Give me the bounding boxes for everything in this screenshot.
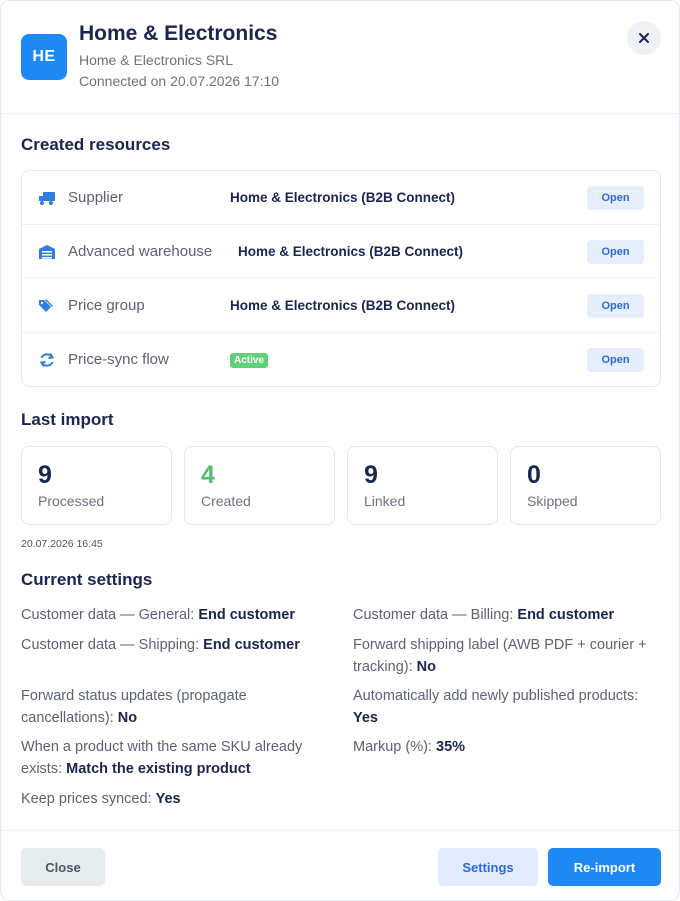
- stat-processed: 9 Processed: [21, 446, 172, 525]
- setting-value: Yes: [353, 710, 378, 726]
- stat-skipped: 0 Skipped: [510, 446, 661, 525]
- resource-value: Home & Electronics (B2B Connect): [230, 298, 456, 313]
- resource-label: Supplier: [68, 189, 124, 206]
- open-price-sync-button[interactable]: Open: [587, 348, 644, 372]
- modal-header: HE Home & Electronics Home & Electronics…: [1, 1, 680, 114]
- resource-row-price-group: Price group Home & Electronics (B2B Conn…: [22, 279, 660, 333]
- open-supplier-button[interactable]: Open: [587, 186, 644, 210]
- setting-auto-add-products: Automatically add newly published produc…: [353, 688, 639, 726]
- integration-avatar: HE: [21, 34, 67, 80]
- created-resources-heading: Created resources: [21, 135, 171, 154]
- setting-value: No: [416, 659, 437, 675]
- integration-title: Home & Electronics: [79, 22, 278, 45]
- stat-value: 4: [201, 461, 215, 489]
- connected-date: Connected on 20.07.2026 17:10: [79, 73, 280, 89]
- resource-label: Advanced warehouse: [68, 243, 213, 260]
- resource-row-warehouse: Advanced warehouse Home & Electronics (B…: [22, 225, 660, 279]
- setting-value: No: [117, 710, 138, 726]
- setting-same-sku: When a product with the same SKU already…: [21, 739, 303, 777]
- close-modal-button[interactable]: [627, 21, 661, 55]
- close-button[interactable]: Close: [21, 848, 105, 886]
- close-icon: [639, 33, 649, 43]
- modal-footer: Close Settings Re-import: [1, 830, 679, 901]
- resource-row-price-sync: Price-sync flow Active Open: [22, 333, 660, 386]
- stat-value: 9: [364, 461, 378, 489]
- import-timestamp: 20.07.2026 16:45: [21, 538, 103, 550]
- setting-value: End customer: [517, 607, 615, 623]
- stat-label: Linked: [364, 493, 406, 509]
- setting-customer-billing: Customer data — Billing: End customer: [353, 607, 615, 623]
- resource-label: Price group: [68, 297, 145, 314]
- resource-value: Home & Electronics (B2B Connect): [238, 244, 464, 259]
- open-price-group-button[interactable]: Open: [587, 294, 644, 318]
- setting-value: 35%: [436, 739, 466, 755]
- setting-markup: Markup (%): 35%: [353, 739, 466, 755]
- stat-label: Skipped: [527, 493, 578, 509]
- stat-value: 0: [527, 461, 541, 489]
- resource-value: Home & Electronics (B2B Connect): [230, 190, 456, 205]
- settings-button[interactable]: Settings: [438, 848, 538, 886]
- resources-list: Supplier Home & Electronics (B2B Connect…: [21, 170, 661, 387]
- stat-label: Created: [201, 493, 251, 509]
- stat-value: 9: [38, 461, 52, 489]
- stat-linked: 9 Linked: [347, 446, 498, 525]
- stat-label: Processed: [38, 493, 105, 509]
- setting-customer-general: Customer data — General: End customer: [21, 607, 295, 623]
- integration-details-modal: HE Home & Electronics Home & Electronics…: [0, 0, 680, 901]
- stat-created: 4 Created: [184, 446, 335, 525]
- company-name: Home & Electronics SRL: [79, 52, 234, 68]
- open-warehouse-button[interactable]: Open: [587, 240, 644, 264]
- setting-customer-shipping: Customer data — Shipping: End customer: [21, 637, 300, 653]
- setting-forward-status: Forward status updates (propagate cancel…: [21, 688, 247, 726]
- setting-value: End customer: [198, 607, 295, 623]
- setting-forward-shipping-label: Forward shipping label (AWB PDF + courie…: [353, 637, 647, 675]
- setting-keep-prices-synced: Keep prices synced: Yes: [21, 791, 181, 807]
- last-import-heading: Last import: [21, 410, 114, 429]
- current-settings-heading: Current settings: [21, 570, 153, 589]
- reimport-button[interactable]: Re-import: [548, 848, 661, 886]
- status-badge: Active: [230, 353, 269, 368]
- setting-value: Yes: [155, 791, 181, 807]
- resource-row-supplier: Supplier Home & Electronics (B2B Connect…: [22, 171, 660, 225]
- truck-icon: [39, 192, 55, 205]
- resource-label: Price-sync flow: [68, 351, 169, 368]
- price-tag-icon: [39, 299, 53, 312]
- sync-icon: [39, 352, 55, 368]
- warehouse-icon: [39, 245, 55, 259]
- setting-value: End customer: [203, 637, 300, 653]
- setting-value: Match the existing product: [66, 761, 251, 777]
